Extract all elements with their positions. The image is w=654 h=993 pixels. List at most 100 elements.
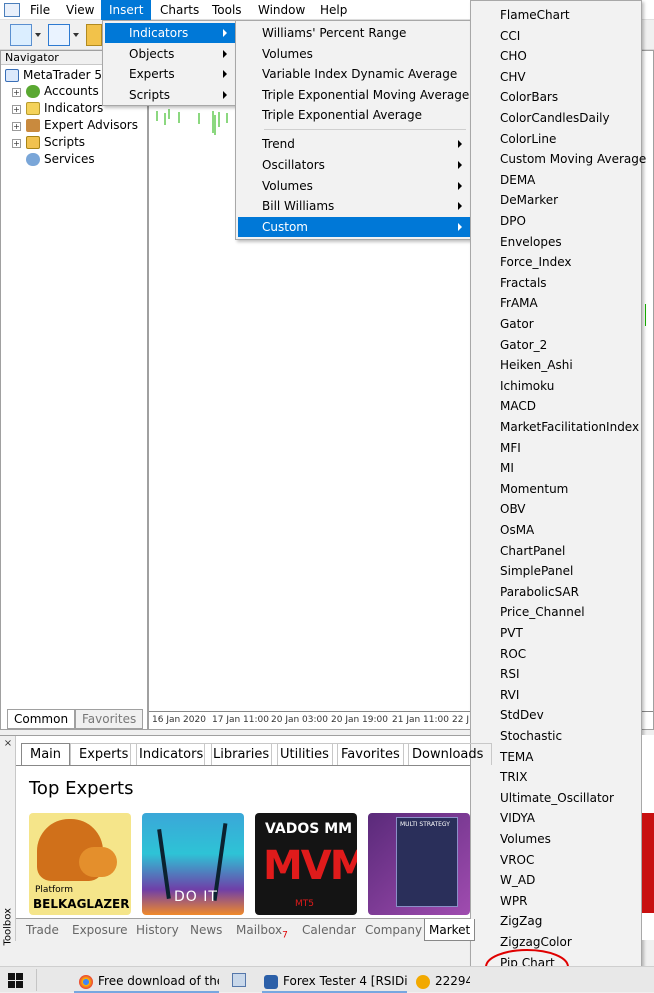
task-chrome[interactable]: Free download of the ... (74, 967, 219, 993)
custom-indicator-item[interactable]: CHV (471, 67, 641, 87)
tab-libraries[interactable]: Libraries (204, 743, 279, 765)
custom-indicator-item[interactable]: DEMA (471, 170, 641, 190)
indicator-item[interactable]: Williams' Percent Range (238, 23, 470, 43)
custom-indicator-item[interactable]: PVT (471, 623, 641, 643)
menu-file[interactable]: File (22, 0, 58, 20)
custom-indicator-item[interactable]: CCI (471, 26, 641, 46)
custom-indicator-item[interactable]: Gator (471, 314, 641, 334)
expand-icon[interactable]: + (12, 105, 21, 114)
product-vados-mm[interactable]: VADOS MM MVM MT5 (255, 813, 357, 915)
custom-indicator-item[interactable]: OBV (471, 499, 641, 519)
nav-item-scripts[interactable]: Scripts (26, 134, 85, 151)
tab-news[interactable]: News (186, 921, 226, 939)
custom-indicator-item[interactable]: ColorCandlesDaily (471, 108, 641, 128)
custom-indicator-item[interactable]: FlameChart (471, 5, 641, 25)
custom-indicator-item[interactable]: WPR (471, 891, 641, 911)
windows-start-icon[interactable] (8, 973, 23, 988)
tab-utilities[interactable]: Utilities (271, 743, 338, 765)
tab-downloads[interactable]: Downloads (403, 743, 493, 765)
tab-exposure[interactable]: Exposure (68, 921, 132, 939)
custom-indicator-item[interactable]: Force_Index (471, 252, 641, 272)
indicator-item[interactable]: Variable Index Dynamic Average (238, 64, 470, 84)
custom-indicator-item[interactable]: DeMarker (471, 190, 641, 210)
custom-indicator-item[interactable]: MI (471, 458, 641, 478)
menu-charts[interactable]: Charts (152, 0, 207, 20)
product-do-it[interactable]: DO IT (142, 813, 244, 915)
product-belkaglazer[interactable]: Platform BELKAGLAZER (29, 813, 131, 915)
tab-main[interactable]: Main (21, 743, 71, 765)
custom-indicator-item[interactable]: VIDYA (471, 808, 641, 828)
custom-indicator-item[interactable]: ChartPanel (471, 541, 641, 561)
menu-item-trend[interactable]: Trend (238, 134, 470, 154)
custom-indicator-item[interactable]: ParabolicSAR (471, 582, 641, 602)
menu-item-indicators[interactable]: Indicators (105, 23, 235, 43)
custom-indicator-item[interactable]: Momentum (471, 479, 641, 499)
custom-indicator-item[interactable]: OsMA (471, 520, 641, 540)
custom-indicator-item[interactable]: FrAMA (471, 293, 641, 313)
custom-indicator-item[interactable]: Ultimate_Oscillator (471, 788, 641, 808)
custom-indicator-item[interactable]: MACD (471, 396, 641, 416)
menu-item-experts[interactable]: Experts (105, 64, 235, 84)
custom-indicator-item[interactable]: RSI (471, 664, 641, 684)
menu-item-custom[interactable]: Custom (238, 217, 470, 237)
close-icon[interactable]: × (3, 739, 13, 749)
tab-favorites[interactable]: Favorites (75, 709, 144, 729)
custom-indicator-item[interactable]: RVI (471, 685, 641, 705)
tab-history[interactable]: History (132, 921, 183, 939)
custom-indicator-item[interactable]: ZigZag (471, 911, 641, 931)
expand-icon[interactable]: + (12, 122, 21, 131)
tab-calendar[interactable]: Calendar (298, 921, 360, 939)
expand-icon[interactable]: + (12, 88, 21, 97)
indicator-item[interactable]: Triple Exponential Average (238, 105, 470, 125)
expand-icon[interactable]: + (12, 139, 21, 148)
custom-indicator-item[interactable]: ColorBars (471, 87, 641, 107)
menu-item-volumes[interactable]: Volumes (238, 176, 470, 196)
custom-indicator-item[interactable]: TRIX (471, 767, 641, 787)
nav-item-accounts[interactable]: Accounts (26, 83, 99, 100)
menu-tools[interactable]: Tools (204, 0, 250, 20)
custom-indicator-item[interactable]: Heiken_Ashi (471, 355, 641, 375)
menu-item-scripts[interactable]: Scripts (105, 85, 235, 105)
task-app-icon[interactable] (232, 973, 246, 987)
custom-indicator-item[interactable]: Custom Moving Average (471, 149, 646, 169)
tab-mailbox[interactable]: Mailbox7 (232, 921, 292, 940)
profiles-icon[interactable] (48, 24, 70, 46)
custom-indicator-item[interactable]: MFI (471, 438, 641, 458)
task-third[interactable]: 2229463 (414, 967, 470, 993)
tab-favorites[interactable]: Favorites (332, 743, 409, 765)
custom-indicator-item[interactable]: DPO (471, 211, 641, 231)
task-forex-tester[interactable]: Forex Tester 4 [RSIDiv... (262, 967, 407, 993)
nav-item-services[interactable]: Services (26, 151, 95, 168)
custom-indicator-item[interactable]: StdDev (471, 705, 641, 725)
chevron-down-icon[interactable] (35, 33, 41, 37)
custom-indicator-item[interactable]: SimplePanel (471, 561, 641, 581)
tab-market[interactable]: Market (424, 919, 476, 941)
custom-indicator-item[interactable]: TEMA (471, 747, 641, 767)
indicator-item[interactable]: Triple Exponential Moving Average (238, 85, 470, 105)
custom-indicator-item[interactable]: Fractals (471, 273, 641, 293)
tab-indicators[interactable]: Indicators (130, 743, 213, 765)
custom-indicator-item[interactable]: Gator_2 (471, 335, 641, 355)
nav-item-indicators[interactable]: Indicators (26, 100, 103, 117)
menu-item-oscillators[interactable]: Oscillators (238, 155, 470, 175)
tab-common[interactable]: Common (7, 709, 76, 729)
nav-item-metatrader[interactable]: MetaTrader 5 (5, 67, 102, 84)
menu-insert[interactable]: Insert (101, 0, 151, 20)
custom-indicator-item[interactable]: ROC (471, 644, 641, 664)
menu-item-bill-williams[interactable]: Bill Williams (238, 196, 470, 216)
custom-indicator-item[interactable]: Stochastic (471, 726, 641, 746)
market-icon[interactable] (86, 24, 102, 46)
menu-item-objects[interactable]: Objects (105, 44, 235, 64)
tab-company[interactable]: Company (361, 921, 426, 939)
menu-view[interactable]: View (58, 0, 102, 20)
indicator-item[interactable]: Volumes (238, 44, 470, 64)
custom-indicator-item[interactable]: Price_Channel (471, 602, 641, 622)
custom-indicator-item[interactable]: Ichimoku (471, 376, 641, 396)
custom-indicator-item[interactable]: VROC (471, 850, 641, 870)
nav-item-expert-advisors[interactable]: Expert Advisors (26, 117, 138, 134)
custom-indicator-item[interactable]: CHO (471, 46, 641, 66)
custom-indicator-item[interactable]: ColorLine (471, 129, 641, 149)
custom-indicator-item[interactable]: MarketFacilitationIndex (471, 417, 641, 437)
new-chart-icon[interactable] (10, 24, 32, 46)
custom-indicator-item[interactable]: Envelopes (471, 232, 641, 252)
